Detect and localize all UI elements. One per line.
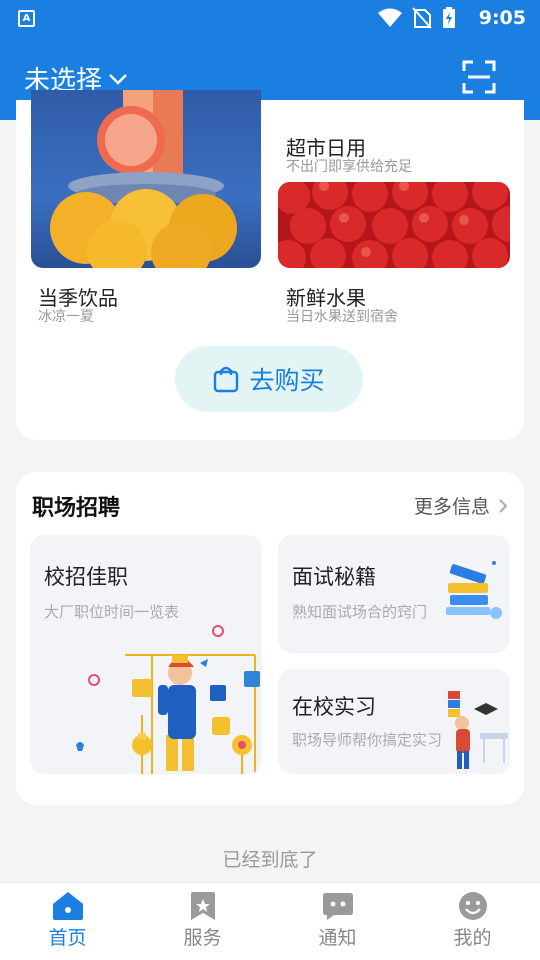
fruits-image[interactable]	[278, 182, 510, 268]
chevron-right-icon	[499, 498, 508, 513]
tile-subtitle: 不出门即享供给充足	[286, 159, 412, 175]
buy-button-label: 去购买	[249, 366, 325, 395]
card-subtitle: 职场导师帮你搞定实习	[292, 731, 443, 749]
tile-subtitle: 当日水果送到宿舍	[286, 309, 398, 325]
intern-illustration	[448, 691, 508, 769]
chevron-down-icon	[109, 73, 127, 85]
app-notification-icon: A	[18, 10, 35, 27]
drinks-image[interactable]	[31, 90, 261, 268]
campus-recruit-card[interactable]: 校招佳职 大厂职位时间一览表	[30, 535, 262, 774]
more-info-link[interactable]: 更多信息	[414, 492, 508, 519]
more-info-label: 更多信息	[413, 496, 490, 518]
section-title: 职场招聘	[32, 496, 121, 521]
status-icons	[378, 7, 456, 29]
buy-button[interactable]: 去购买	[175, 346, 363, 412]
tab-label: 通知	[318, 927, 357, 949]
tab-home[interactable]: 首页	[0, 883, 135, 960]
card-title: 面试秘籍	[292, 565, 376, 589]
tab-notifications[interactable]: 通知	[270, 883, 405, 960]
tab-label: 首页	[48, 927, 87, 949]
end-of-list-hint: 已经到底了	[222, 849, 318, 871]
tab-profile[interactable]: 我的	[405, 883, 540, 960]
status-bar: A 9:05	[0, 0, 540, 36]
profile-icon	[458, 892, 487, 920]
recruit-illustration	[76, 625, 260, 774]
message-icon	[322, 893, 353, 920]
tab-services[interactable]: 服务	[135, 883, 270, 960]
shop-card: 当季饮品 冰凉一夏 超市日用 不出门即享供给充足 新鲜水果 当日水果送到宿舍 去…	[16, 90, 524, 440]
status-time: 9:05	[478, 7, 526, 29]
card-title: 在校实习	[292, 695, 376, 719]
interview-tips-card[interactable]: 面试秘籍 熟知面试场合的窍门	[278, 535, 510, 653]
jobs-card: 职场招聘 更多信息 校招佳职 大厂职位时间一览表 面试秘籍 熟知面试场合的窍门 …	[16, 472, 524, 805]
tab-label: 我的	[453, 927, 492, 949]
books-illustration	[446, 561, 502, 619]
no-sim-icon	[412, 7, 432, 29]
internship-card[interactable]: 在校实习 职场导师帮你搞定实习	[278, 669, 510, 774]
battery-charging-icon	[443, 7, 455, 28]
bottom-tab-bar: 首页 服务 通知 我的	[0, 882, 540, 960]
wifi-icon	[378, 8, 402, 27]
card-subtitle: 熟知面试场合的窍门	[292, 603, 428, 621]
home-icon	[52, 892, 83, 920]
shopping-bag-icon	[214, 366, 239, 393]
scan-icon[interactable]	[462, 60, 496, 94]
bookmark-icon	[190, 892, 215, 920]
tab-label: 服务	[183, 927, 222, 949]
tile-subtitle: 冰凉一夏	[38, 309, 94, 325]
